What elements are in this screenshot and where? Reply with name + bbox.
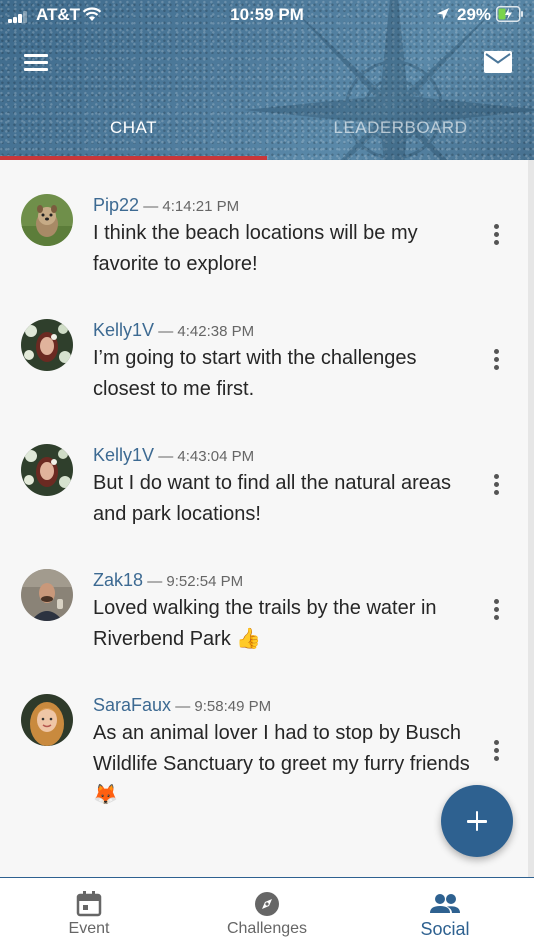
- message-text: I’m going to start with the challenges c…: [93, 347, 417, 400]
- nav-event[interactable]: Event: [0, 878, 178, 950]
- nav-social[interactable]: Social: [356, 878, 534, 950]
- more-options-icon[interactable]: [492, 224, 502, 248]
- message-username[interactable]: Pip22: [93, 195, 139, 215]
- avatar[interactable]: [21, 694, 73, 746]
- calendar-icon: [76, 891, 102, 917]
- mail-icon[interactable]: [484, 51, 512, 73]
- new-message-button[interactable]: [441, 785, 513, 857]
- separator: —: [158, 448, 174, 465]
- message-text: But I do want to find all the natural ar…: [93, 472, 451, 525]
- message-username[interactable]: Kelly1V: [93, 445, 154, 465]
- message-text: As an animal lover I had to stop by Busc…: [93, 722, 470, 806]
- nav-label: Social: [420, 919, 470, 939]
- message-timestamp: 4:42:38 PM: [177, 323, 255, 340]
- hamburger-menu-icon[interactable]: [24, 52, 50, 72]
- avatar[interactable]: [21, 569, 73, 621]
- tab-leaderboard[interactable]: LEADERBOARD: [267, 118, 534, 160]
- location-arrow-icon: [437, 8, 449, 20]
- more-options-icon[interactable]: [492, 599, 502, 623]
- message-timestamp: 4:43:04 PM: [177, 448, 255, 465]
- message-username[interactable]: SaraFaux: [93, 695, 171, 715]
- more-options-icon[interactable]: [492, 349, 502, 373]
- message-header: SaraFaux — 9:58:49 PM: [93, 695, 271, 716]
- nav-challenges[interactable]: Challenges: [178, 878, 356, 950]
- message-text: Loved walking the trails by the water in…: [93, 597, 437, 650]
- status-bar: AT&T 10:59 PM 29%: [0, 0, 534, 30]
- clock: 10:59 PM: [230, 5, 304, 24]
- message-header: Kelly1V — 4:43:04 PM: [93, 445, 254, 466]
- message-username[interactable]: Zak18: [93, 570, 143, 590]
- message-header: Kelly1V — 4:42:38 PM: [93, 320, 254, 341]
- battery-percentage: 29%: [457, 5, 492, 24]
- separator: —: [175, 698, 191, 715]
- separator: —: [147, 573, 163, 590]
- message-text: I think the beach locations will be my f…: [93, 222, 418, 275]
- chat-message-list[interactable]: Pip22 — 4:14:21 PM I think the beach loc…: [0, 160, 534, 878]
- separator: —: [158, 323, 174, 340]
- more-options-icon[interactable]: [492, 474, 502, 498]
- message-header: Zak18 — 9:52:54 PM: [93, 570, 243, 591]
- bottom-navigation: Event Challenges Social: [0, 877, 534, 950]
- tab-chat[interactable]: CHAT: [0, 118, 267, 160]
- people-icon: [430, 894, 460, 913]
- nav-label: Event: [68, 920, 110, 937]
- nav-label: Challenges: [226, 920, 308, 937]
- avatar[interactable]: [21, 319, 73, 371]
- message-timestamp: 9:52:54 PM: [166, 573, 244, 590]
- message-username[interactable]: Kelly1V: [93, 320, 154, 340]
- more-options-icon[interactable]: [492, 740, 502, 764]
- message-header: Pip22 — 4:14:21 PM: [93, 195, 239, 216]
- separator: —: [143, 198, 159, 215]
- message-timestamp: 4:14:21 PM: [162, 198, 240, 215]
- avatar[interactable]: [21, 444, 73, 496]
- battery-charging-icon: [496, 6, 523, 22]
- avatar[interactable]: [21, 194, 73, 246]
- message-timestamp: 9:58:49 PM: [194, 698, 272, 715]
- app-header: AT&T 10:59 PM 29% CHAT LEADERBOARD: [0, 0, 534, 160]
- compass-icon: [255, 892, 279, 916]
